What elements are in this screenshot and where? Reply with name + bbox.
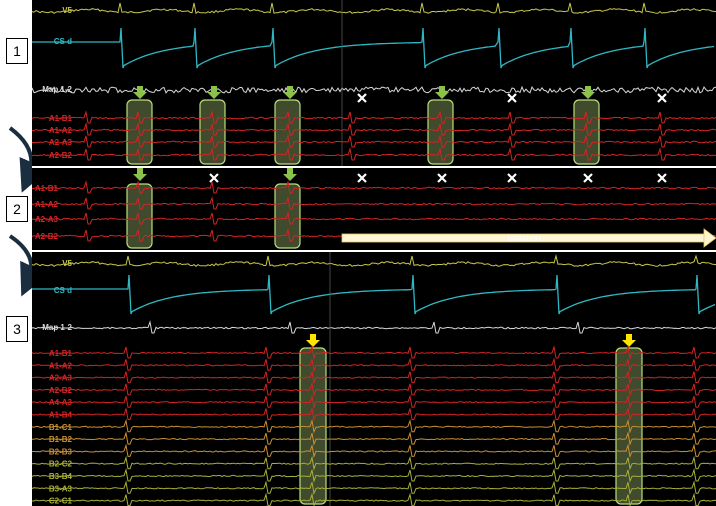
highlight-box <box>274 183 301 249</box>
panel-2-recording: A1-B1A1-A2A2-A3A2-B2 Isolation <box>32 166 716 250</box>
curved-arrow-icon <box>8 234 50 297</box>
panel-1-recording: V5CS dMap 1-2A1-B1A1-A2A2-A3A2-B2 <box>32 0 716 166</box>
curved-arrow-icon <box>8 126 50 193</box>
channel-label: CS d <box>54 286 72 295</box>
panel-background <box>32 252 716 506</box>
isolation-label: Isolation <box>507 233 541 243</box>
panel-3-recording: V5CS dMap 1-2A1-B1A1-A2A2-A3A2-B2A4-A3A1… <box>32 252 716 506</box>
channel-label: C2-C1 <box>49 497 73 506</box>
channel-label: A2-A3 <box>35 215 59 224</box>
channel-label: A1-A2 <box>49 126 73 135</box>
